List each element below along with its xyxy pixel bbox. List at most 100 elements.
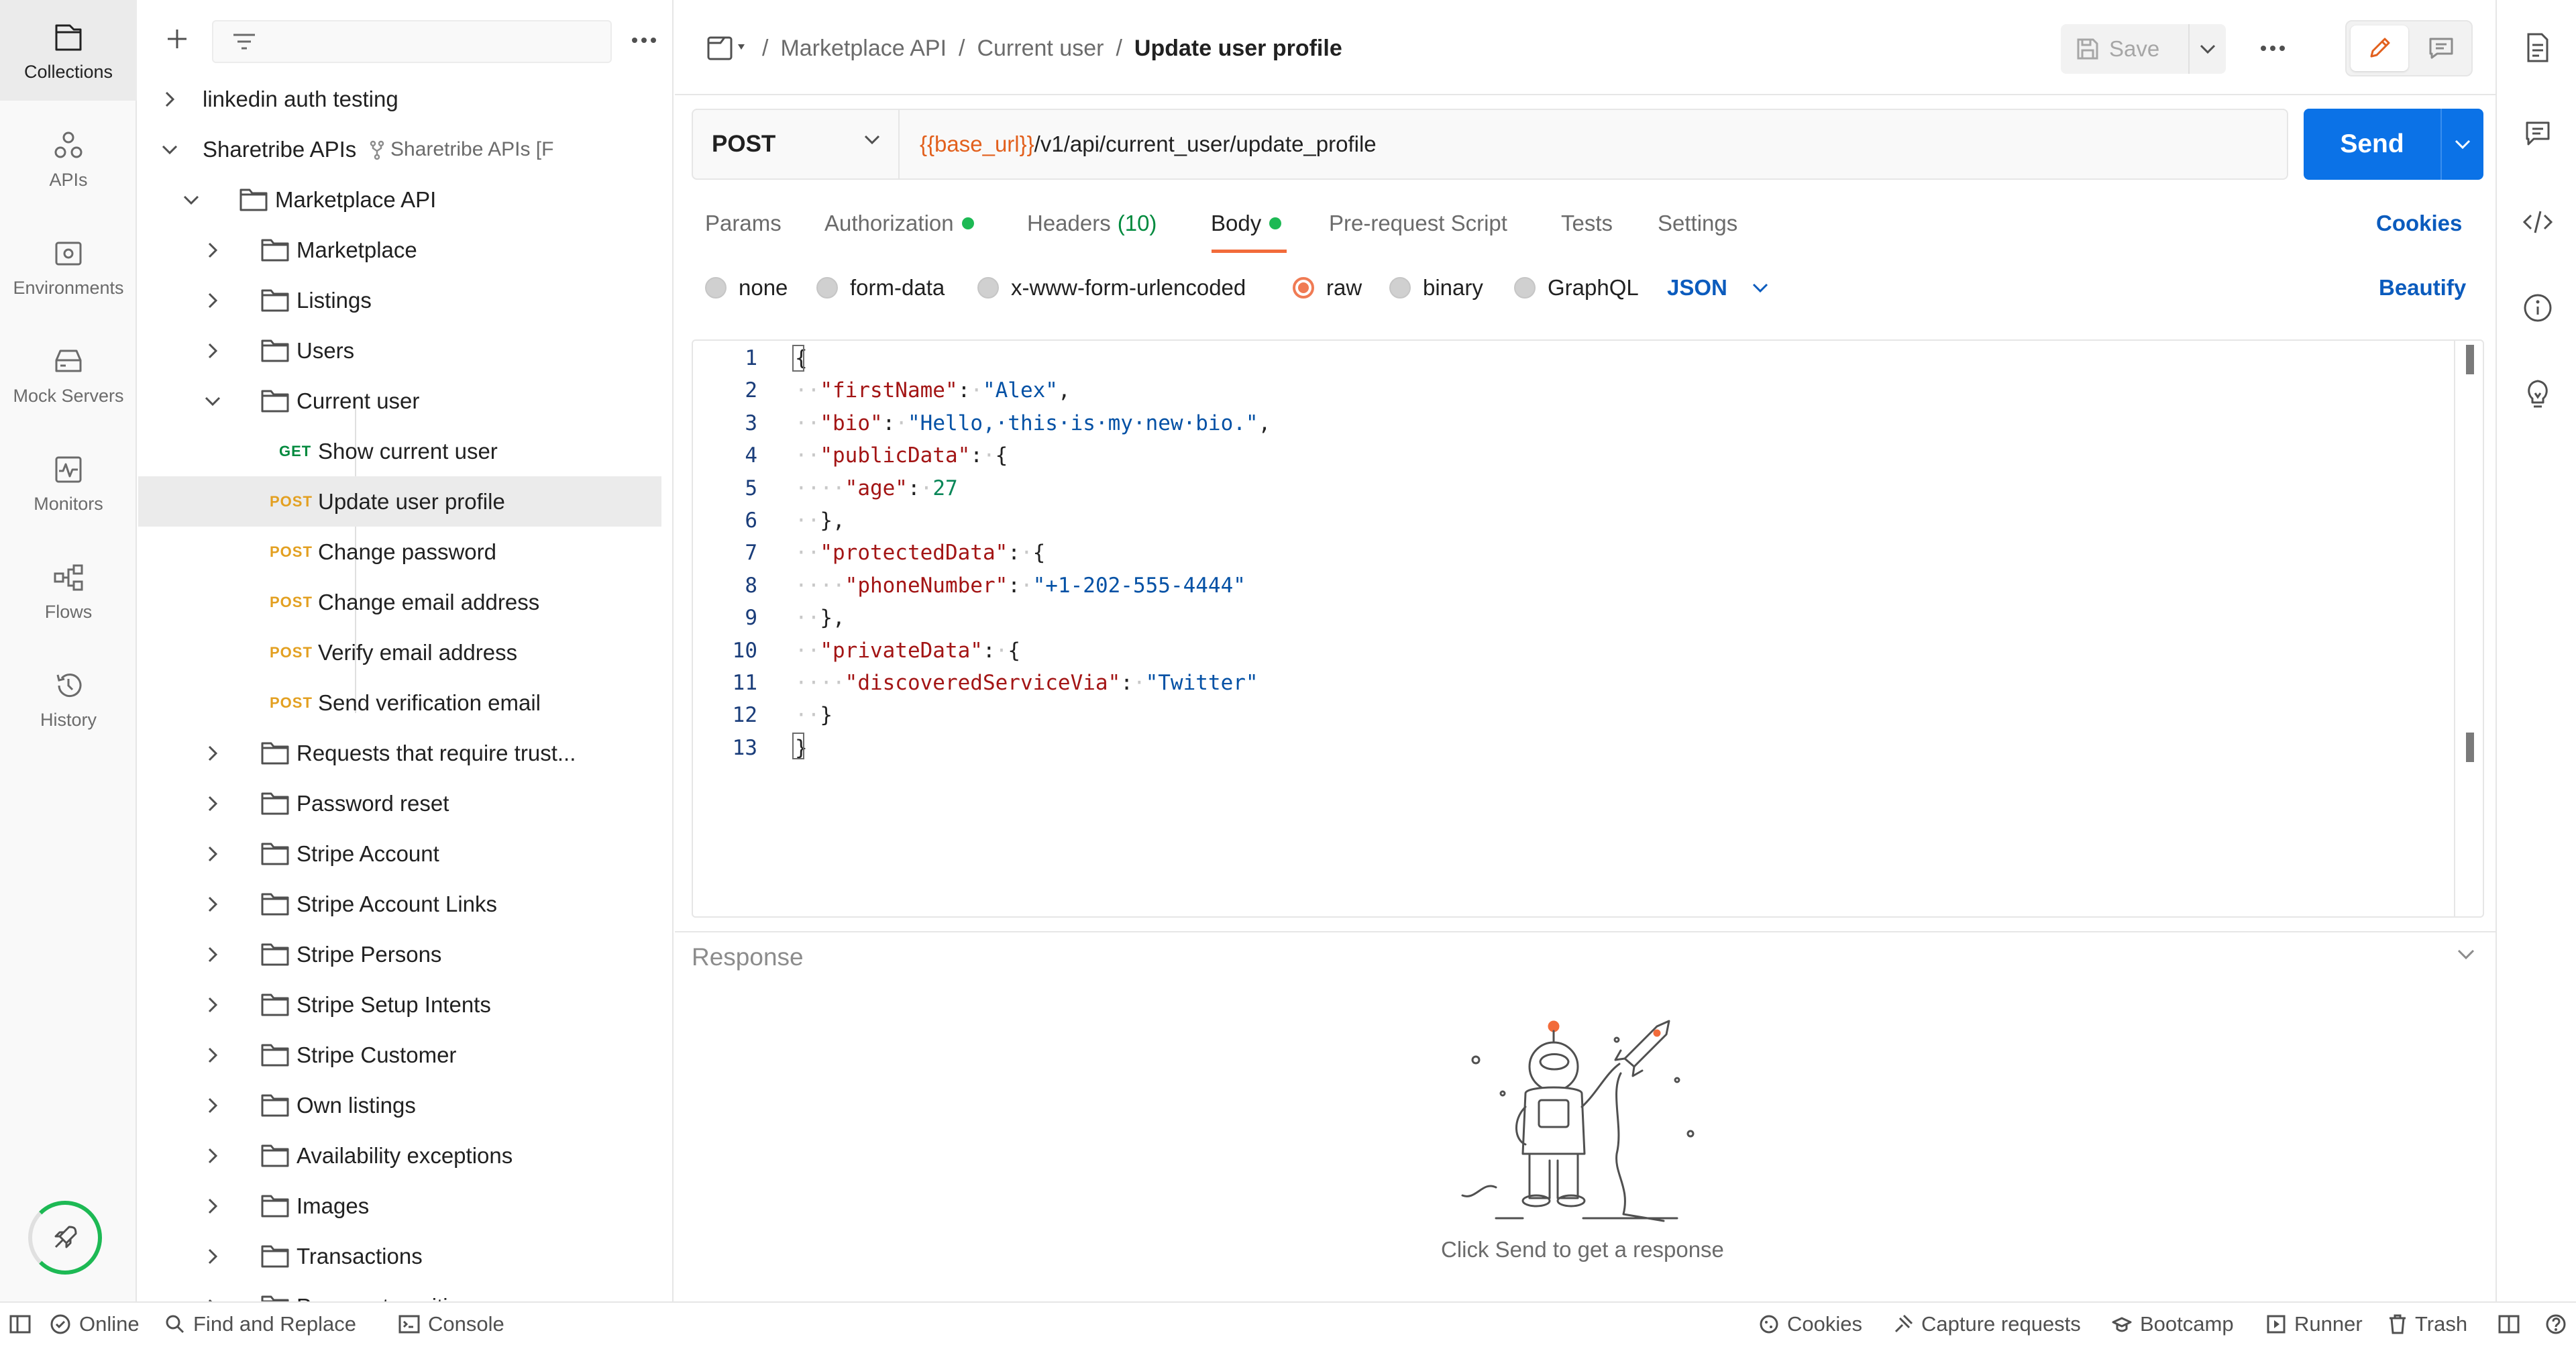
body-format-select[interactable]: JSON bbox=[1667, 275, 1769, 301]
chevron-right-icon[interactable] bbox=[203, 1095, 223, 1116]
chevron-down-icon[interactable] bbox=[2457, 949, 2475, 961]
chevron-right-icon[interactable] bbox=[203, 794, 223, 814]
chevron-right-icon[interactable] bbox=[203, 995, 223, 1015]
rail-item-apis[interactable]: APIs bbox=[0, 108, 137, 209]
more-options-icon[interactable] bbox=[625, 25, 663, 55]
tab-tests[interactable]: Tests bbox=[1561, 211, 1613, 236]
radio-button[interactable] bbox=[816, 277, 838, 299]
console-button[interactable]: Console bbox=[398, 1312, 504, 1336]
body-type-form-data[interactable]: form-data bbox=[816, 275, 945, 301]
save-button[interactable]: Save bbox=[2061, 24, 2188, 74]
request-type-icon[interactable] bbox=[707, 35, 750, 62]
request-item[interactable]: POST Change password bbox=[138, 527, 661, 577]
chevron-right-icon[interactable] bbox=[203, 341, 223, 361]
method-select[interactable]: POST bbox=[693, 110, 900, 178]
folder-item[interactable]: Stripe Customer bbox=[138, 1030, 661, 1080]
beautify-button[interactable]: Beautify bbox=[2379, 275, 2466, 301]
folder-item[interactable]: Users bbox=[138, 325, 661, 376]
new-collection-button[interactable] bbox=[158, 20, 196, 58]
folder-item[interactable]: Process transitions bbox=[138, 1281, 661, 1301]
request-more-icon[interactable] bbox=[2254, 35, 2292, 62]
send-button[interactable]: Send bbox=[2304, 109, 2440, 180]
folder-item[interactable]: Listings bbox=[138, 275, 661, 325]
folder-item[interactable]: Requests that require trust... bbox=[138, 728, 661, 778]
rail-item-environments[interactable]: Environments bbox=[0, 216, 137, 317]
save-options-button[interactable] bbox=[2188, 24, 2226, 74]
request-item[interactable]: POST Send verification email bbox=[138, 678, 661, 728]
lightbulb-icon[interactable] bbox=[2522, 378, 2553, 409]
folder-item[interactable]: Own listings bbox=[138, 1080, 661, 1130]
breadcrumb-folder[interactable]: Current user bbox=[977, 36, 1104, 62]
chevron-right-icon[interactable] bbox=[203, 290, 223, 311]
rail-item-mock-servers[interactable]: Mock Servers bbox=[0, 324, 137, 425]
runner-button[interactable]: Runner bbox=[2266, 1312, 2363, 1336]
collection-item[interactable]: linkedin auth testing bbox=[138, 74, 661, 124]
chevron-right-icon[interactable] bbox=[160, 89, 180, 109]
radio-button[interactable] bbox=[1293, 277, 1314, 299]
request-item[interactable]: POST Update user profile bbox=[138, 476, 661, 527]
help-icon[interactable] bbox=[2545, 1313, 2567, 1335]
chevron-right-icon[interactable] bbox=[203, 894, 223, 914]
folder-item[interactable]: Stripe Setup Intents bbox=[138, 979, 661, 1030]
url-input[interactable]: {{base_url}}/v1/api/current_user/update_… bbox=[920, 110, 1377, 178]
comments-icon[interactable] bbox=[2522, 118, 2553, 149]
filter-input[interactable] bbox=[212, 20, 612, 63]
online-status[interactable]: Online bbox=[50, 1312, 140, 1336]
two-pane-icon[interactable] bbox=[2498, 1315, 2520, 1334]
folder-item[interactable]: Current user bbox=[138, 376, 661, 426]
folder-item[interactable]: Images bbox=[138, 1181, 661, 1231]
folder-item[interactable]: Stripe Persons bbox=[138, 929, 661, 979]
chevron-right-icon[interactable] bbox=[203, 240, 223, 260]
folder-item[interactable]: Password reset bbox=[138, 778, 661, 828]
folder-item[interactable]: Stripe Account bbox=[138, 828, 661, 879]
folder-item[interactable]: Marketplace API bbox=[138, 174, 661, 225]
find-replace-button[interactable]: Find and Replace bbox=[165, 1312, 356, 1336]
folder-item[interactable]: Marketplace bbox=[138, 225, 661, 275]
rail-item-monitors[interactable]: Monitors bbox=[0, 432, 137, 533]
request-item[interactable]: POST Change email address bbox=[138, 577, 661, 627]
body-type-none[interactable]: none bbox=[705, 275, 788, 301]
breadcrumb-collection[interactable]: Marketplace API bbox=[780, 36, 947, 62]
cookies-link[interactable]: Cookies bbox=[2376, 211, 2462, 236]
chevron-right-icon[interactable] bbox=[203, 1196, 223, 1216]
radio-button[interactable] bbox=[1514, 277, 1536, 299]
chevron-right-icon[interactable] bbox=[203, 1146, 223, 1166]
rail-item-history[interactable]: History bbox=[0, 648, 137, 749]
toggle-sidebar-icon[interactable] bbox=[9, 1315, 31, 1334]
radio-button[interactable] bbox=[977, 277, 999, 299]
chevron-right-icon[interactable] bbox=[203, 1045, 223, 1065]
editor-scrollbar[interactable] bbox=[2454, 341, 2481, 916]
rail-item-flows[interactable]: Flows bbox=[0, 540, 137, 641]
rail-item-collections[interactable]: Collections bbox=[0, 0, 137, 101]
chevron-right-icon[interactable] bbox=[203, 1297, 223, 1301]
info-icon[interactable] bbox=[2522, 292, 2553, 323]
radio-button[interactable] bbox=[1389, 277, 1411, 299]
cookies-status-button[interactable]: Cookies bbox=[1759, 1312, 1862, 1336]
capture-requests-button[interactable]: Capture requests bbox=[1893, 1312, 2081, 1336]
chevron-down-icon[interactable] bbox=[160, 140, 180, 160]
tab-params[interactable]: Params bbox=[705, 211, 782, 236]
request-title[interactable]: Update user profile bbox=[1134, 36, 1342, 62]
trash-button[interactable]: Trash bbox=[2388, 1312, 2467, 1336]
collection-item[interactable]: Sharetribe APIs Sharetribe APIs [F bbox=[138, 124, 661, 174]
chevron-right-icon[interactable] bbox=[203, 743, 223, 763]
bootcamp-button[interactable]: Bootcamp bbox=[2112, 1312, 2234, 1336]
body-type-binary[interactable]: binary bbox=[1389, 275, 1483, 301]
tab-settings[interactable]: Settings bbox=[1658, 211, 1737, 236]
chevron-right-icon[interactable] bbox=[203, 945, 223, 965]
tab-headers[interactable]: Headers (10) bbox=[1027, 211, 1157, 236]
response-divider[interactable] bbox=[675, 931, 2496, 932]
edit-mode-button[interactable] bbox=[2351, 25, 2408, 71]
tab-pre-request-script[interactable]: Pre-request Script bbox=[1329, 211, 1507, 236]
chevron-right-icon[interactable] bbox=[203, 844, 223, 864]
tab-authorization[interactable]: Authorization bbox=[824, 211, 974, 236]
tab-body[interactable]: Body bbox=[1211, 211, 1282, 236]
body-type-graphql[interactable]: GraphQL bbox=[1514, 275, 1639, 301]
chevron-down-icon[interactable] bbox=[181, 190, 201, 210]
comment-mode-button[interactable] bbox=[2414, 25, 2469, 71]
folder-item[interactable]: Availability exceptions bbox=[138, 1130, 661, 1181]
rocket-status[interactable] bbox=[28, 1201, 102, 1275]
request-item[interactable]: POST Verify email address bbox=[138, 627, 661, 678]
code-area[interactable]: {··"firstName":·"Alex", ··"bio":·"Hello,·… bbox=[795, 341, 2445, 916]
code-snippet-icon[interactable] bbox=[2522, 207, 2553, 237]
